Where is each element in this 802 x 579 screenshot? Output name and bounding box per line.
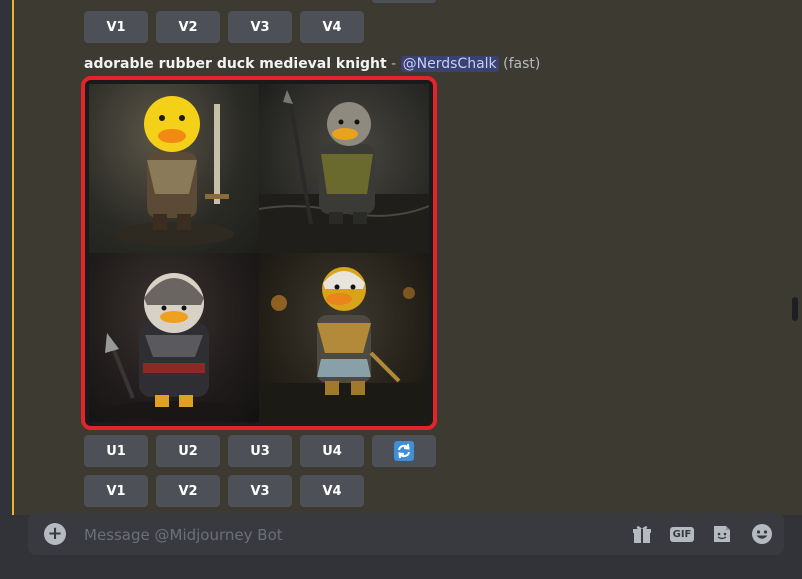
gif-button[interactable]: GIF: [669, 522, 695, 546]
top-variation-row: V1 V2 V3 V4: [84, 11, 364, 43]
image-tile-4[interactable]: [259, 253, 429, 422]
sticker-icon: [714, 526, 730, 542]
image-grid-selection[interactable]: [81, 76, 437, 430]
prompt-text: adorable rubber duck medieval knight: [84, 56, 387, 72]
image-tile-1[interactable]: [89, 84, 259, 253]
image-tile-3[interactable]: [89, 253, 259, 422]
u2-button[interactable]: U2: [156, 435, 220, 467]
emoji-button[interactable]: [750, 522, 774, 546]
scrollbar-track[interactable]: [788, 0, 802, 515]
u3-button[interactable]: U3: [228, 435, 292, 467]
v2-button[interactable]: V2: [156, 475, 220, 507]
plus-icon: +: [47, 523, 63, 544]
v4-button[interactable]: V4: [300, 475, 364, 507]
add-attachment-button[interactable]: +: [44, 523, 66, 545]
top-v2-button[interactable]: V2: [156, 11, 220, 43]
highlight-bar: [12, 0, 14, 515]
top-reroll-button-partial[interactable]: [372, 0, 436, 3]
gift-button[interactable]: [630, 522, 654, 546]
message-input[interactable]: [82, 521, 586, 549]
top-v4-button[interactable]: V4: [300, 11, 364, 43]
variation-row: V1 V2 V3 V4: [84, 475, 364, 507]
sticker-button[interactable]: [710, 522, 734, 546]
refresh-icon: [394, 441, 414, 461]
v1-button[interactable]: V1: [84, 475, 148, 507]
gif-icon: GIF: [669, 526, 695, 542]
v3-button[interactable]: V3: [228, 475, 292, 507]
gift-icon: [633, 526, 651, 543]
top-v3-button[interactable]: V3: [228, 11, 292, 43]
message-header: adorable rubber duck medieval knight - @…: [84, 55, 540, 73]
top-v1-button[interactable]: V1: [84, 11, 148, 43]
message-composer: + GIF: [28, 513, 784, 555]
image-tile-2[interactable]: [259, 84, 429, 253]
u4-button[interactable]: U4: [300, 435, 364, 467]
emoji-icon: [752, 524, 772, 544]
reroll-button[interactable]: [372, 435, 436, 467]
user-mention[interactable]: @NerdsChalk: [400, 56, 499, 72]
left-gutter: [0, 0, 12, 579]
u1-button[interactable]: U1: [84, 435, 148, 467]
scrollbar-thumb[interactable]: [792, 297, 798, 321]
composer-tools: GIF: [630, 522, 774, 546]
speed-label: (fast): [503, 56, 541, 72]
image-grid: [89, 84, 429, 422]
upscale-row: U1 U2 U3 U4: [84, 435, 436, 467]
separator: -: [386, 56, 401, 72]
